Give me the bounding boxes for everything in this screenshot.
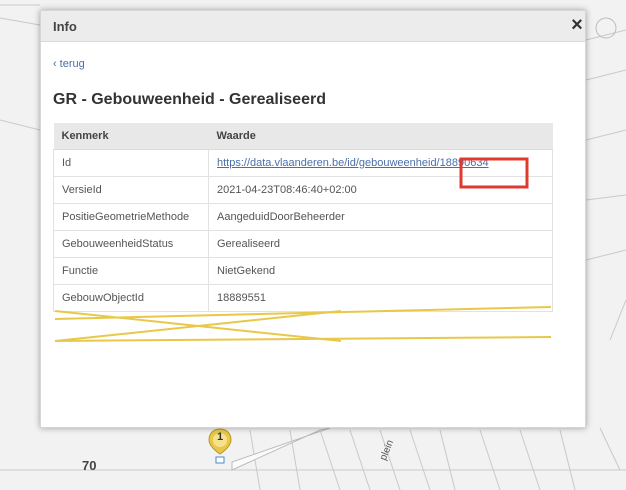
column-header-kenmerk: Kenmerk (53, 123, 209, 150)
id-link[interactable]: https://data.vlaanderen.be/id/gebouweenh… (217, 157, 489, 169)
row-value: Gerealiseerd (208, 230, 553, 258)
strike-line (54, 310, 342, 342)
info-popup: Info × ‹ terug GR - Gebouweenheid - Gerea… (40, 10, 586, 428)
table-row: GebouwObjectId 18889551 (53, 284, 553, 312)
back-link[interactable]: ‹ terug (53, 58, 85, 70)
table-row: Functie NietGekend (53, 257, 553, 285)
table-row: GebouweenheidStatus Gerealiseerd (53, 230, 553, 258)
table-row: VersieId 2021-04-23T08:46:40+02:00 (53, 176, 553, 204)
map-marker[interactable]: 1 (208, 428, 232, 464)
marker-number: 1 (216, 431, 224, 443)
table-row: Id https://data.vlaanderen.be/id/gebouwe… (53, 149, 553, 177)
row-value: AangeduidDoorBeheerder (208, 203, 553, 231)
strike-line (54, 310, 342, 342)
popup-header: Info × (41, 11, 585, 42)
row-key: Functie (53, 257, 209, 285)
strike-line (54, 336, 552, 342)
table-header-row: Kenmerk Waarde (53, 123, 553, 150)
row-value: NietGekend (208, 257, 553, 285)
attributes-table: Kenmerk Waarde Id https://data.vlaandere… (53, 123, 553, 312)
table-row: PositieGeometrieMethode AangeduidDoorBeh… (53, 203, 553, 231)
feature-title: GR - Gebouweenheid - Gerealiseerd (53, 91, 326, 108)
popup-title: Info (53, 19, 77, 34)
house-number-label: 70 (82, 458, 97, 473)
row-key: PositieGeometrieMethode (53, 203, 209, 231)
row-key: VersieId (53, 176, 209, 204)
row-key: Id (53, 149, 209, 177)
row-value: 2021-04-23T08:46:40+02:00 (208, 176, 553, 204)
row-value: https://data.vlaanderen.be/id/gebouweenh… (208, 149, 553, 177)
row-key: GebouwObjectId (53, 284, 209, 312)
row-key: GebouweenheidStatus (53, 230, 209, 258)
column-header-waarde: Waarde (208, 123, 553, 150)
close-icon[interactable]: × (567, 15, 587, 35)
chevron-left-icon: ‹ (53, 58, 57, 70)
back-link-label: terug (59, 58, 85, 70)
row-value: 18889551 (208, 284, 553, 312)
